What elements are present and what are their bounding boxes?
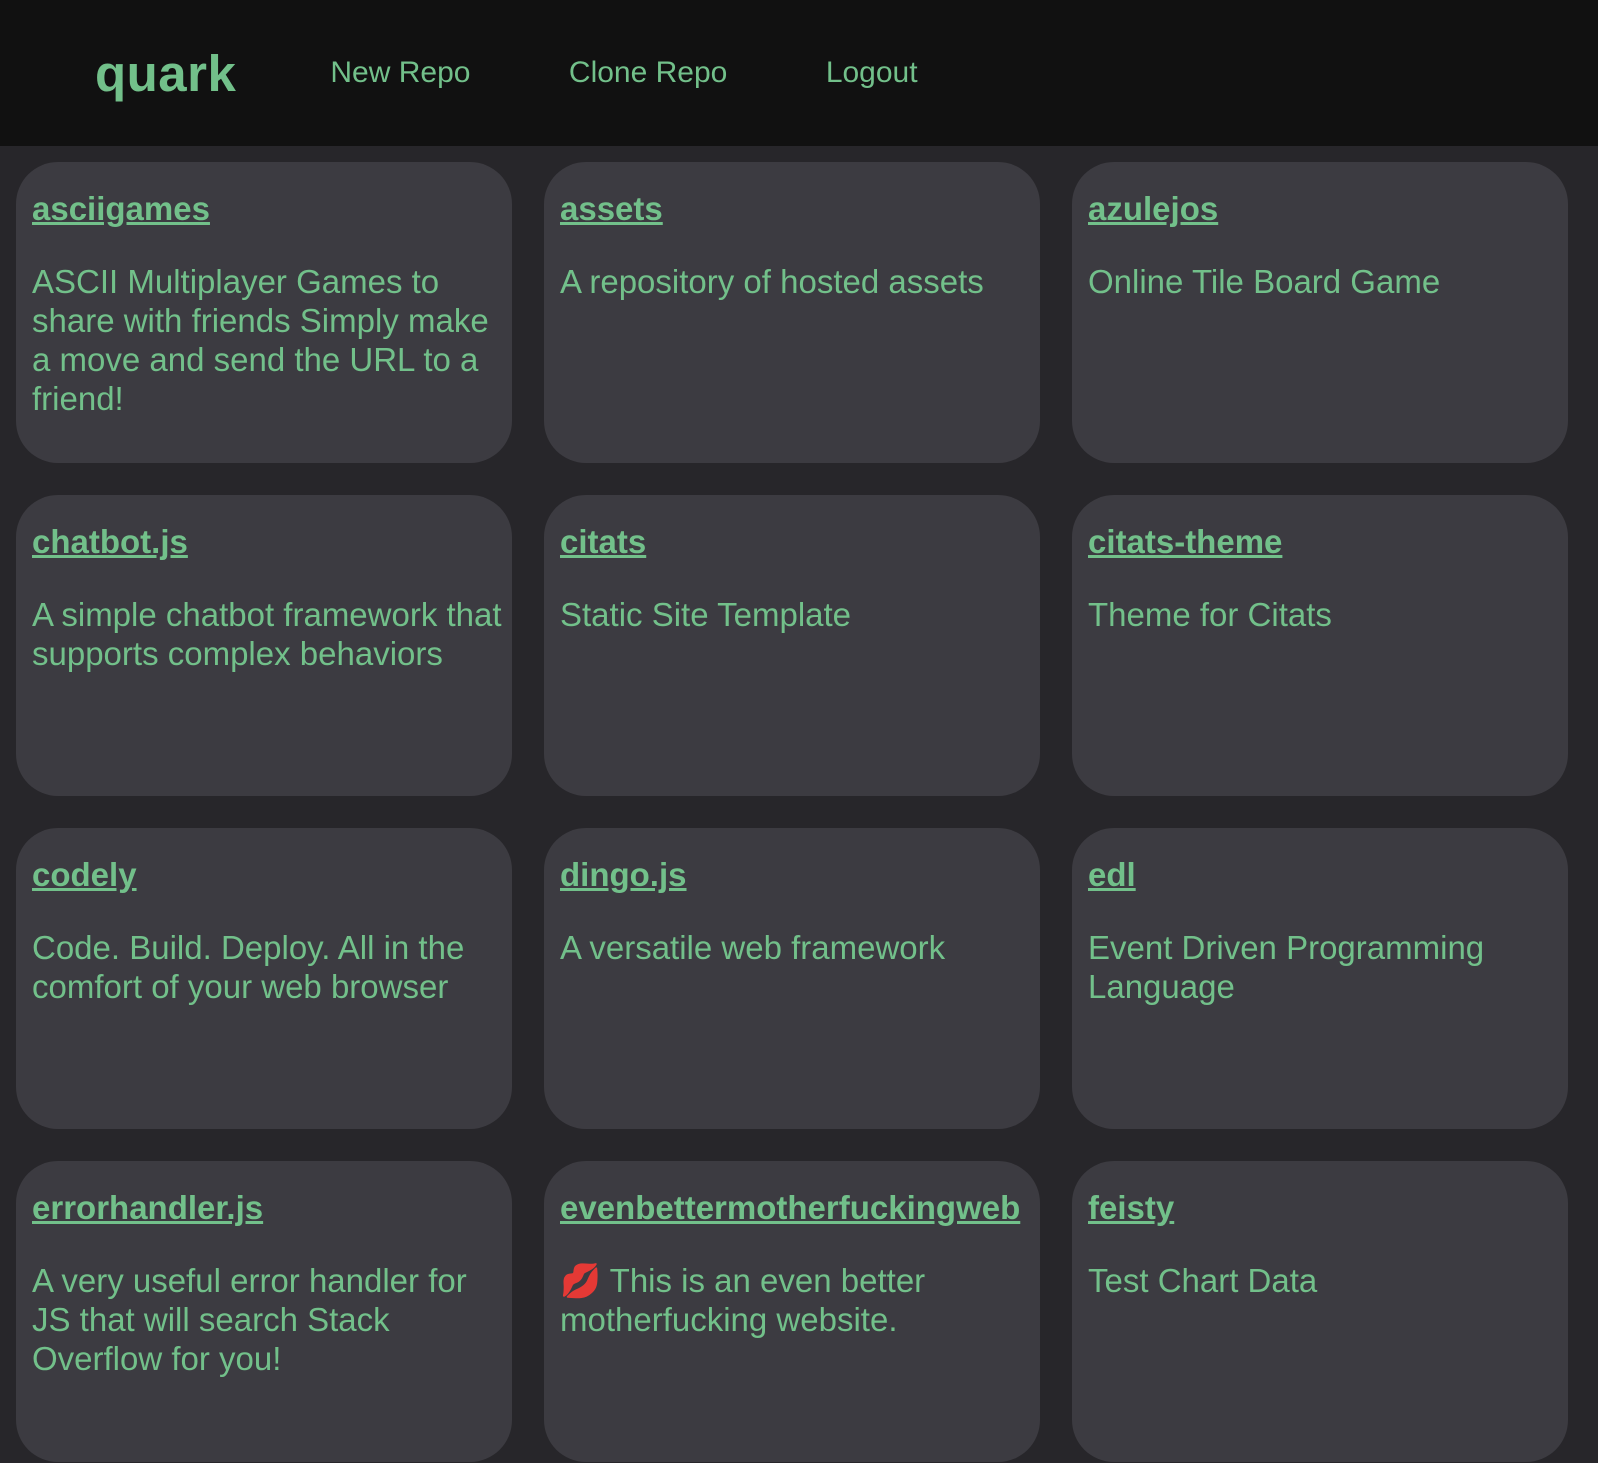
quark-logo-link[interactable]: quark bbox=[95, 44, 236, 103]
top-navigation-bar: quark New Repo Clone Repo Logout bbox=[0, 0, 1598, 146]
repo-description: A repository of hosted assets bbox=[560, 263, 984, 300]
repo-card: edl Event Driven Programming Language bbox=[1072, 828, 1568, 1129]
repo-title-link[interactable]: citats-theme bbox=[1088, 523, 1568, 561]
repo-title-link[interactable]: edl bbox=[1088, 856, 1568, 894]
repo-title-link[interactable]: codely bbox=[32, 856, 512, 894]
main-nav: New Repo Clone Repo Logout bbox=[330, 56, 1011, 90]
repo-card: errorhandler.js A very useful error hand… bbox=[16, 1161, 512, 1462]
new-repo-link[interactable]: New Repo bbox=[330, 56, 470, 89]
repo-description: Theme for Citats bbox=[1088, 596, 1332, 633]
repo-card: assets A repository of hosted assets bbox=[544, 162, 1040, 463]
clone-repo-link[interactable]: Clone Repo bbox=[569, 56, 727, 89]
repo-title-link[interactable]: feisty bbox=[1088, 1189, 1568, 1227]
repo-card: asciigames ASCII Multiplayer Games to sh… bbox=[16, 162, 512, 463]
repo-title-link[interactable]: errorhandler.js bbox=[32, 1189, 512, 1227]
repo-description: A versatile web framework bbox=[560, 929, 946, 966]
repo-title-link[interactable]: evenbettermotherfuckingweb bbox=[560, 1189, 1040, 1227]
repo-description: Event Driven Programming Language bbox=[1088, 929, 1485, 1005]
repo-card: dingo.js A versatile web framework bbox=[544, 828, 1040, 1129]
repo-title-link[interactable]: assets bbox=[560, 190, 1040, 228]
repo-card: citats Static Site Template bbox=[544, 495, 1040, 796]
repo-card: codely Code. Build. Deploy. All in the c… bbox=[16, 828, 512, 1129]
repo-description: A simple chatbot framework that supports… bbox=[32, 596, 502, 672]
repo-description: Test Chart Data bbox=[1088, 1262, 1318, 1299]
repo-description: Online Tile Board Game bbox=[1088, 263, 1441, 300]
repo-title-link[interactable]: asciigames bbox=[32, 190, 512, 228]
repo-description: Static Site Template bbox=[560, 596, 852, 633]
repo-card: citats-theme Theme for Citats bbox=[1072, 495, 1568, 796]
repo-title-link[interactable]: dingo.js bbox=[560, 856, 1040, 894]
logout-link[interactable]: Logout bbox=[826, 56, 918, 89]
repo-card: chatbot.js A simple chatbot framework th… bbox=[16, 495, 512, 796]
repo-title-link[interactable]: azulejos bbox=[1088, 190, 1568, 228]
repo-title-link[interactable]: citats bbox=[560, 523, 1040, 561]
repo-description: ASCII Multiplayer Games to share with fr… bbox=[32, 263, 489, 417]
repo-description: Code. Build. Deploy. All in the comfort … bbox=[32, 929, 465, 1005]
repo-description: 💋 This is an even better motherfucking w… bbox=[560, 1262, 926, 1338]
repo-title-link[interactable]: chatbot.js bbox=[32, 523, 512, 561]
repo-card: feisty Test Chart Data bbox=[1072, 1161, 1568, 1462]
repo-grid: asciigames ASCII Multiplayer Games to sh… bbox=[0, 146, 1598, 1462]
repo-card: evenbettermotherfuckingweb 💋 This is an … bbox=[544, 1161, 1040, 1462]
repo-description: A very useful error handler for JS that … bbox=[32, 1262, 467, 1377]
repo-card: azulejos Online Tile Board Game bbox=[1072, 162, 1568, 463]
